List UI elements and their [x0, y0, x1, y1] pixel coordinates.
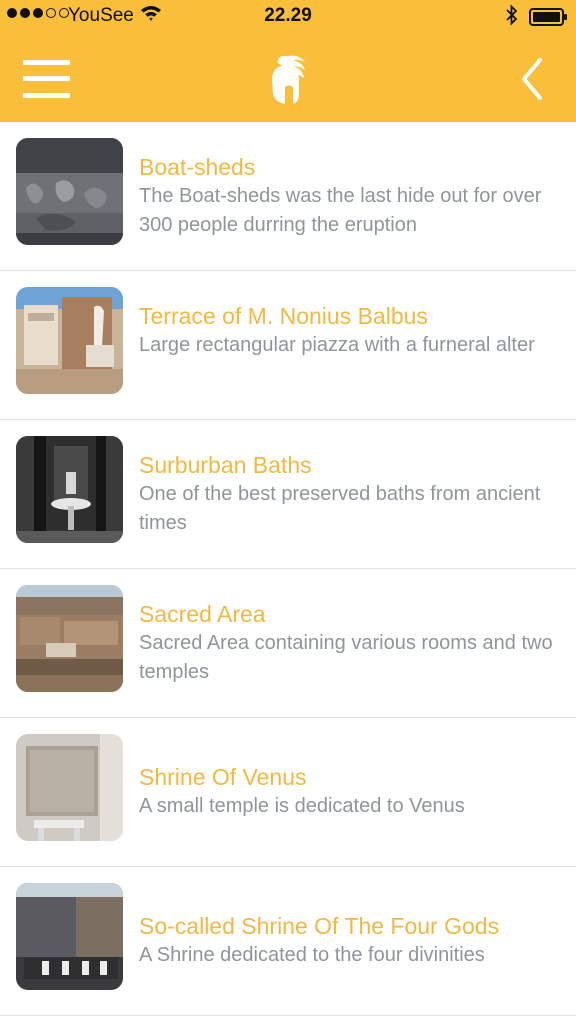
shrine-of-venus-thumbnail	[16, 734, 123, 841]
app-header: YouSee 22.29	[0, 0, 576, 122]
place-description: One of the best preserved baths from anc…	[139, 483, 541, 534]
place-title: Terrace of M. Nonius Balbus	[139, 303, 428, 329]
boat-sheds-thumbnail	[16, 138, 123, 245]
place-title: Sacred Area	[139, 601, 266, 627]
spartan-helmet-icon	[265, 54, 311, 106]
bluetooth-icon	[505, 4, 519, 32]
surburban-baths-thumbnail	[16, 436, 123, 543]
place-description: Sacred Area containing various rooms and…	[139, 632, 553, 683]
terrace-thumbnail	[16, 287, 123, 394]
place-description: A Shrine dedicated to the four divinitie…	[139, 944, 485, 966]
place-description: The Boat-sheds was the last hide out for…	[139, 185, 542, 236]
back-button[interactable]	[514, 56, 550, 102]
status-bar: YouSee 22.29	[0, 0, 576, 34]
battery-icon	[529, 8, 569, 32]
list-item[interactable]: Boat-sheds The Boat-sheds was the last h…	[0, 122, 576, 271]
list-item[interactable]: Terrace of M. Nonius Balbus Large rectan…	[0, 271, 576, 420]
place-title: So-called Shrine Of The Four Gods	[139, 913, 500, 939]
place-title: Surburban Baths	[139, 452, 312, 478]
list-item[interactable]: Sacred Area Sacred Area containing vario…	[0, 569, 576, 718]
place-description: A small temple is dedicated to Venus	[139, 795, 465, 817]
sacred-area-thumbnail	[16, 585, 123, 692]
places-list: Boat-sheds The Boat-sheds was the last h…	[0, 122, 576, 1016]
menu-button[interactable]	[23, 60, 70, 98]
place-title: Shrine Of Venus	[139, 764, 307, 790]
chevron-left-icon	[522, 58, 542, 100]
list-item[interactable]: Surburban Baths One of the best preserve…	[0, 420, 576, 569]
list-item[interactable]: So-called Shrine Of The Four Gods A Shri…	[0, 867, 576, 1016]
clock: 22.29	[264, 5, 312, 26]
four-gods-shrine-thumbnail	[16, 883, 123, 990]
list-item[interactable]: Shrine Of Venus A small temple is dedica…	[0, 718, 576, 867]
place-description: Large rectangular piazza with a furneral…	[139, 334, 535, 356]
place-title: Boat-sheds	[139, 154, 256, 180]
